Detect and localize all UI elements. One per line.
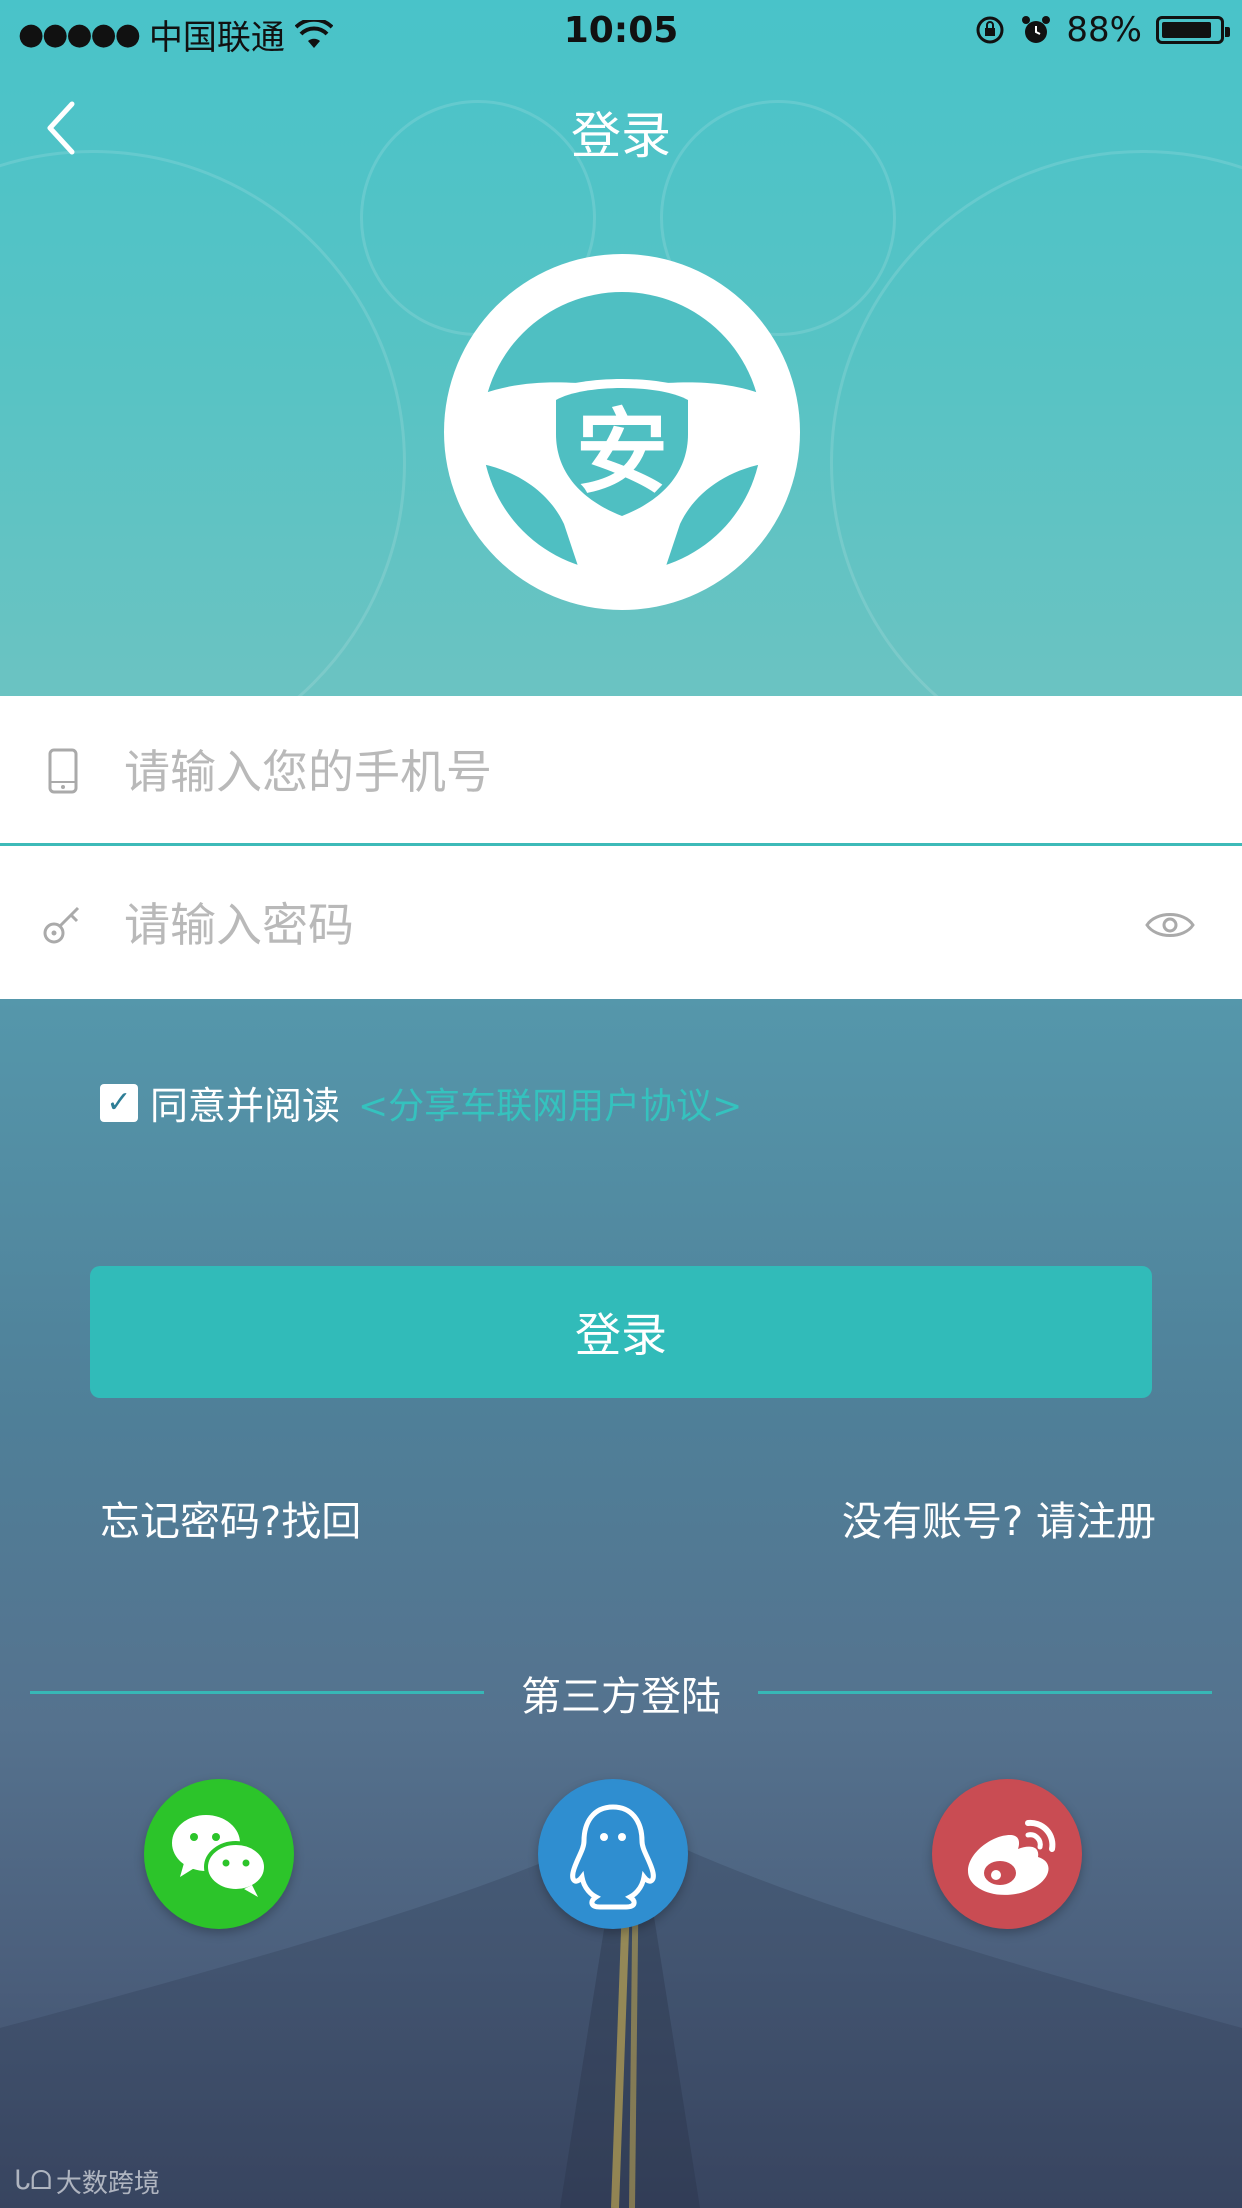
register-link[interactable]: 没有账号? 请注册: [842, 1489, 1156, 1547]
forgot-password-link[interactable]: 忘记密码?找回: [100, 1489, 361, 1547]
rotation-lock-icon: [976, 16, 1004, 44]
password-input[interactable]: [122, 849, 1026, 1001]
login-button[interactable]: 登录: [90, 1266, 1152, 1398]
agreement-link[interactable]: <分享车联网用户协议>: [358, 1077, 742, 1129]
weibo-icon: [968, 1819, 1056, 1895]
logo-char: 安: [576, 399, 668, 506]
wechat-login-button[interactable]: [144, 1779, 294, 1929]
key-icon: [43, 906, 80, 944]
phone-icon: [48, 748, 78, 794]
battery-percent: 88%: [1066, 10, 1142, 50]
qq-icon: [570, 1804, 656, 1910]
header-background: ●●●●● 中国联通 10:05 88% 登录 安: [0, 0, 1242, 696]
status-bar: ●●●●● 中国联通 10:05 88%: [0, 0, 1242, 62]
eye-icon[interactable]: [1144, 905, 1196, 945]
battery-icon: [1156, 16, 1230, 44]
weibo-login-button[interactable]: [932, 1779, 1082, 1929]
agreement-checkbox[interactable]: ✓: [100, 1083, 138, 1122]
password-field: [0, 849, 1242, 1001]
phone-field: [0, 696, 1242, 848]
agreement-text: 同意并阅读: [150, 1084, 341, 1128]
alarm-icon: [1022, 16, 1051, 43]
watermark-text: 大数跨境: [55, 2169, 160, 2199]
bottom-background: ✓ 同意并阅读 <分享车联网用户协议> 登录 忘记密码?找回 没有账号? 请注册…: [0, 999, 1242, 2208]
steering-wheel-logo: 安: [444, 254, 800, 610]
qq-login-button[interactable]: [538, 1779, 688, 1929]
agreement-row: ✓ 同意并阅读 <分享车联网用户协议>: [100, 1075, 742, 1130]
watermark-logo-icon: ᒐᗝ: [14, 2166, 52, 2196]
page-title: 登录: [571, 107, 671, 165]
divider-line-right: [758, 1691, 1212, 1694]
gauge-decoration-left: [0, 150, 406, 696]
watermark: ᒐᗝ 大数跨境: [14, 2163, 160, 2200]
wechat-icon: [172, 1815, 268, 1897]
phone-input[interactable]: [122, 696, 1026, 848]
